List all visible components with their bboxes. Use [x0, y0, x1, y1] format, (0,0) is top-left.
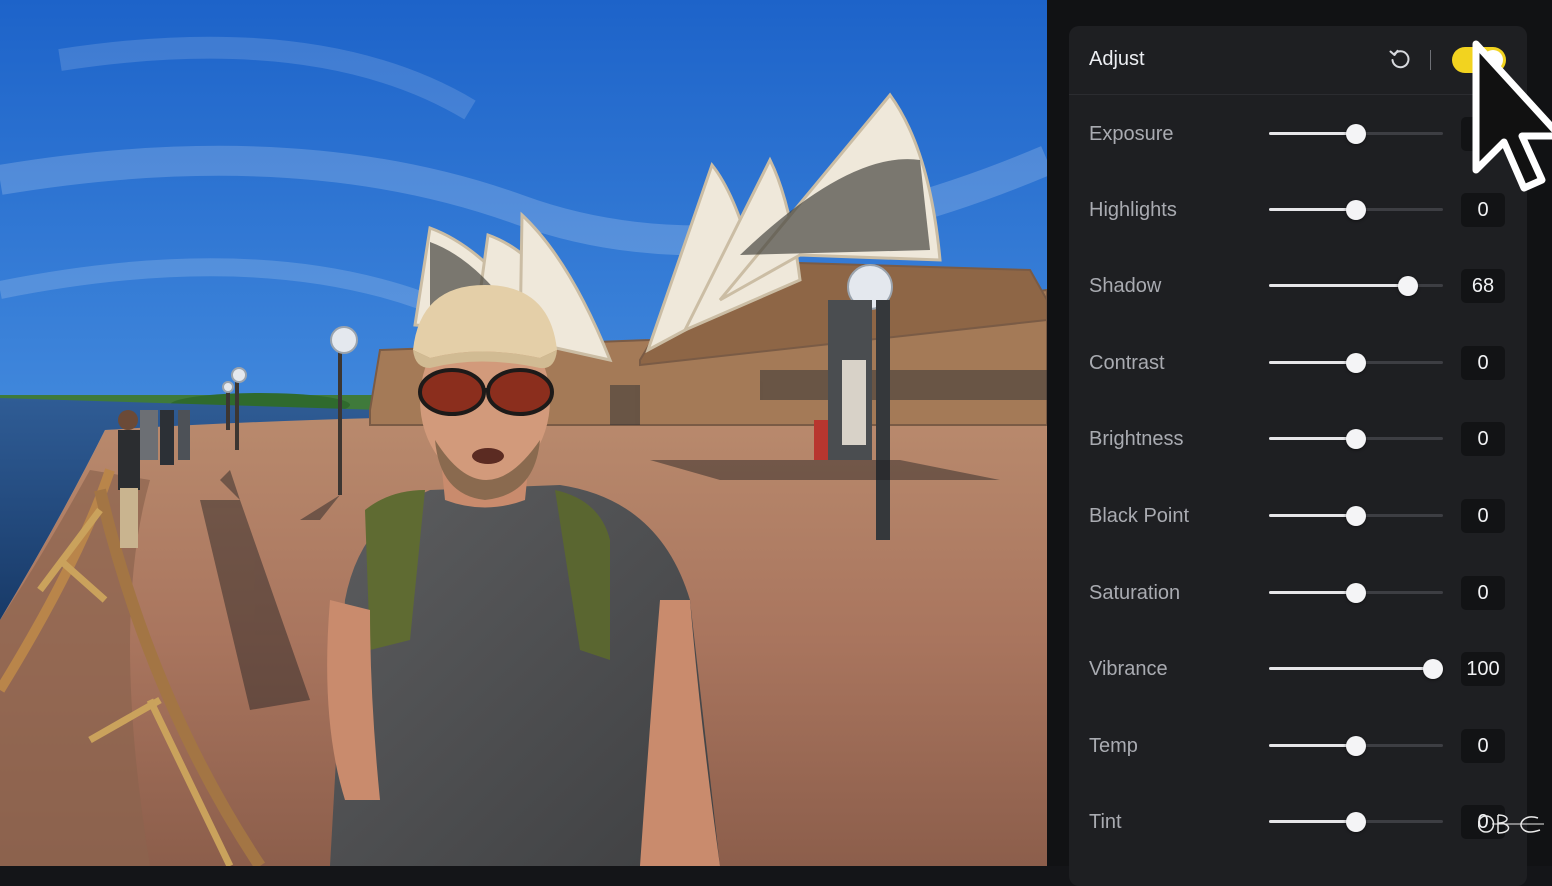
temp-value[interactable]: 0 [1461, 729, 1505, 763]
slider-fill [1269, 591, 1356, 594]
vibrance-slider[interactable] [1269, 659, 1443, 679]
adjust-row-brightness: Brightness 0 [1069, 419, 1527, 459]
black-point-label: Black Point [1089, 505, 1190, 527]
adjust-row-vibrance: Vibrance 100 [1069, 649, 1527, 689]
slider-thumb[interactable] [1346, 736, 1366, 756]
saturation-label: Saturation [1089, 582, 1181, 604]
adjust-row-black-point: Black Point 0 [1069, 496, 1527, 536]
saturation-value[interactable]: 0 [1461, 576, 1505, 610]
slider-thumb[interactable] [1346, 506, 1366, 526]
slider-fill [1269, 514, 1356, 517]
photo-preview [0, 0, 1047, 866]
exposure-label: Exposure [1089, 123, 1174, 145]
slider-fill [1269, 820, 1356, 823]
slider-fill [1269, 744, 1356, 747]
saturation-slider[interactable] [1269, 583, 1443, 603]
adjust-panel-header: Adjust [1069, 26, 1527, 95]
slider-fill [1269, 284, 1409, 287]
adjust-row-temp: Temp 0 [1069, 726, 1527, 766]
brightness-label: Brightness [1089, 428, 1184, 450]
exposure-slider[interactable] [1269, 124, 1443, 144]
slider-fill [1269, 132, 1356, 135]
slider-fill [1269, 437, 1356, 440]
contrast-label: Contrast [1089, 352, 1165, 374]
shadow-label: Shadow [1089, 275, 1162, 297]
temp-slider[interactable] [1269, 736, 1443, 756]
slider-thumb[interactable] [1346, 200, 1366, 220]
slider-thumb[interactable] [1346, 583, 1366, 603]
vibrance-value[interactable]: 100 [1461, 652, 1505, 686]
adjust-sidebar: Adjust Exposure 0 Highlights 0 Shadow 68… [1047, 0, 1552, 886]
adjust-row-contrast: Contrast 0 [1069, 343, 1527, 383]
adjust-row-exposure: Exposure 0 [1069, 114, 1527, 154]
adjust-row-saturation: Saturation 0 [1069, 573, 1527, 613]
adjust-row-tint: Tint 0 [1069, 802, 1527, 842]
tint-slider[interactable] [1269, 812, 1443, 832]
highlights-label: Highlights [1089, 199, 1177, 221]
adjust-row-highlights: Highlights 0 [1069, 190, 1527, 230]
tint-label: Tint [1089, 811, 1122, 833]
shadow-slider[interactable] [1269, 276, 1443, 296]
slider-thumb[interactable] [1346, 429, 1366, 449]
preview-image [0, 0, 1047, 866]
header-divider [1430, 50, 1431, 70]
highlights-value[interactable]: 0 [1461, 193, 1505, 227]
adjust-enable-toggle[interactable] [1452, 47, 1506, 73]
slider-thumb[interactable] [1346, 124, 1366, 144]
vibrance-label: Vibrance [1089, 658, 1168, 680]
shadow-value[interactable]: 68 [1461, 269, 1505, 303]
contrast-value[interactable]: 0 [1461, 346, 1505, 380]
brightness-value[interactable]: 0 [1461, 422, 1505, 456]
brightness-slider[interactable] [1269, 429, 1443, 449]
watermark-logo [1478, 814, 1544, 834]
slider-thumb[interactable] [1398, 276, 1419, 296]
contrast-slider[interactable] [1269, 353, 1443, 373]
adjust-panel-title: Adjust [1089, 48, 1145, 70]
slider-fill [1269, 667, 1433, 670]
highlights-slider[interactable] [1269, 200, 1443, 220]
slider-thumb[interactable] [1422, 659, 1443, 679]
adjust-row-shadow: Shadow 68 [1069, 266, 1527, 306]
slider-fill [1269, 361, 1356, 364]
slider-thumb[interactable] [1346, 353, 1366, 373]
black-point-value[interactable]: 0 [1461, 499, 1505, 533]
temp-label: Temp [1089, 735, 1138, 757]
exposure-value[interactable]: 0 [1461, 117, 1505, 151]
slider-thumb[interactable] [1346, 812, 1366, 832]
reset-icon[interactable] [1387, 46, 1413, 72]
adjust-panel: Adjust Exposure 0 Highlights 0 Shadow 68… [1069, 26, 1527, 886]
black-point-slider[interactable] [1269, 506, 1443, 526]
slider-fill [1269, 208, 1356, 211]
